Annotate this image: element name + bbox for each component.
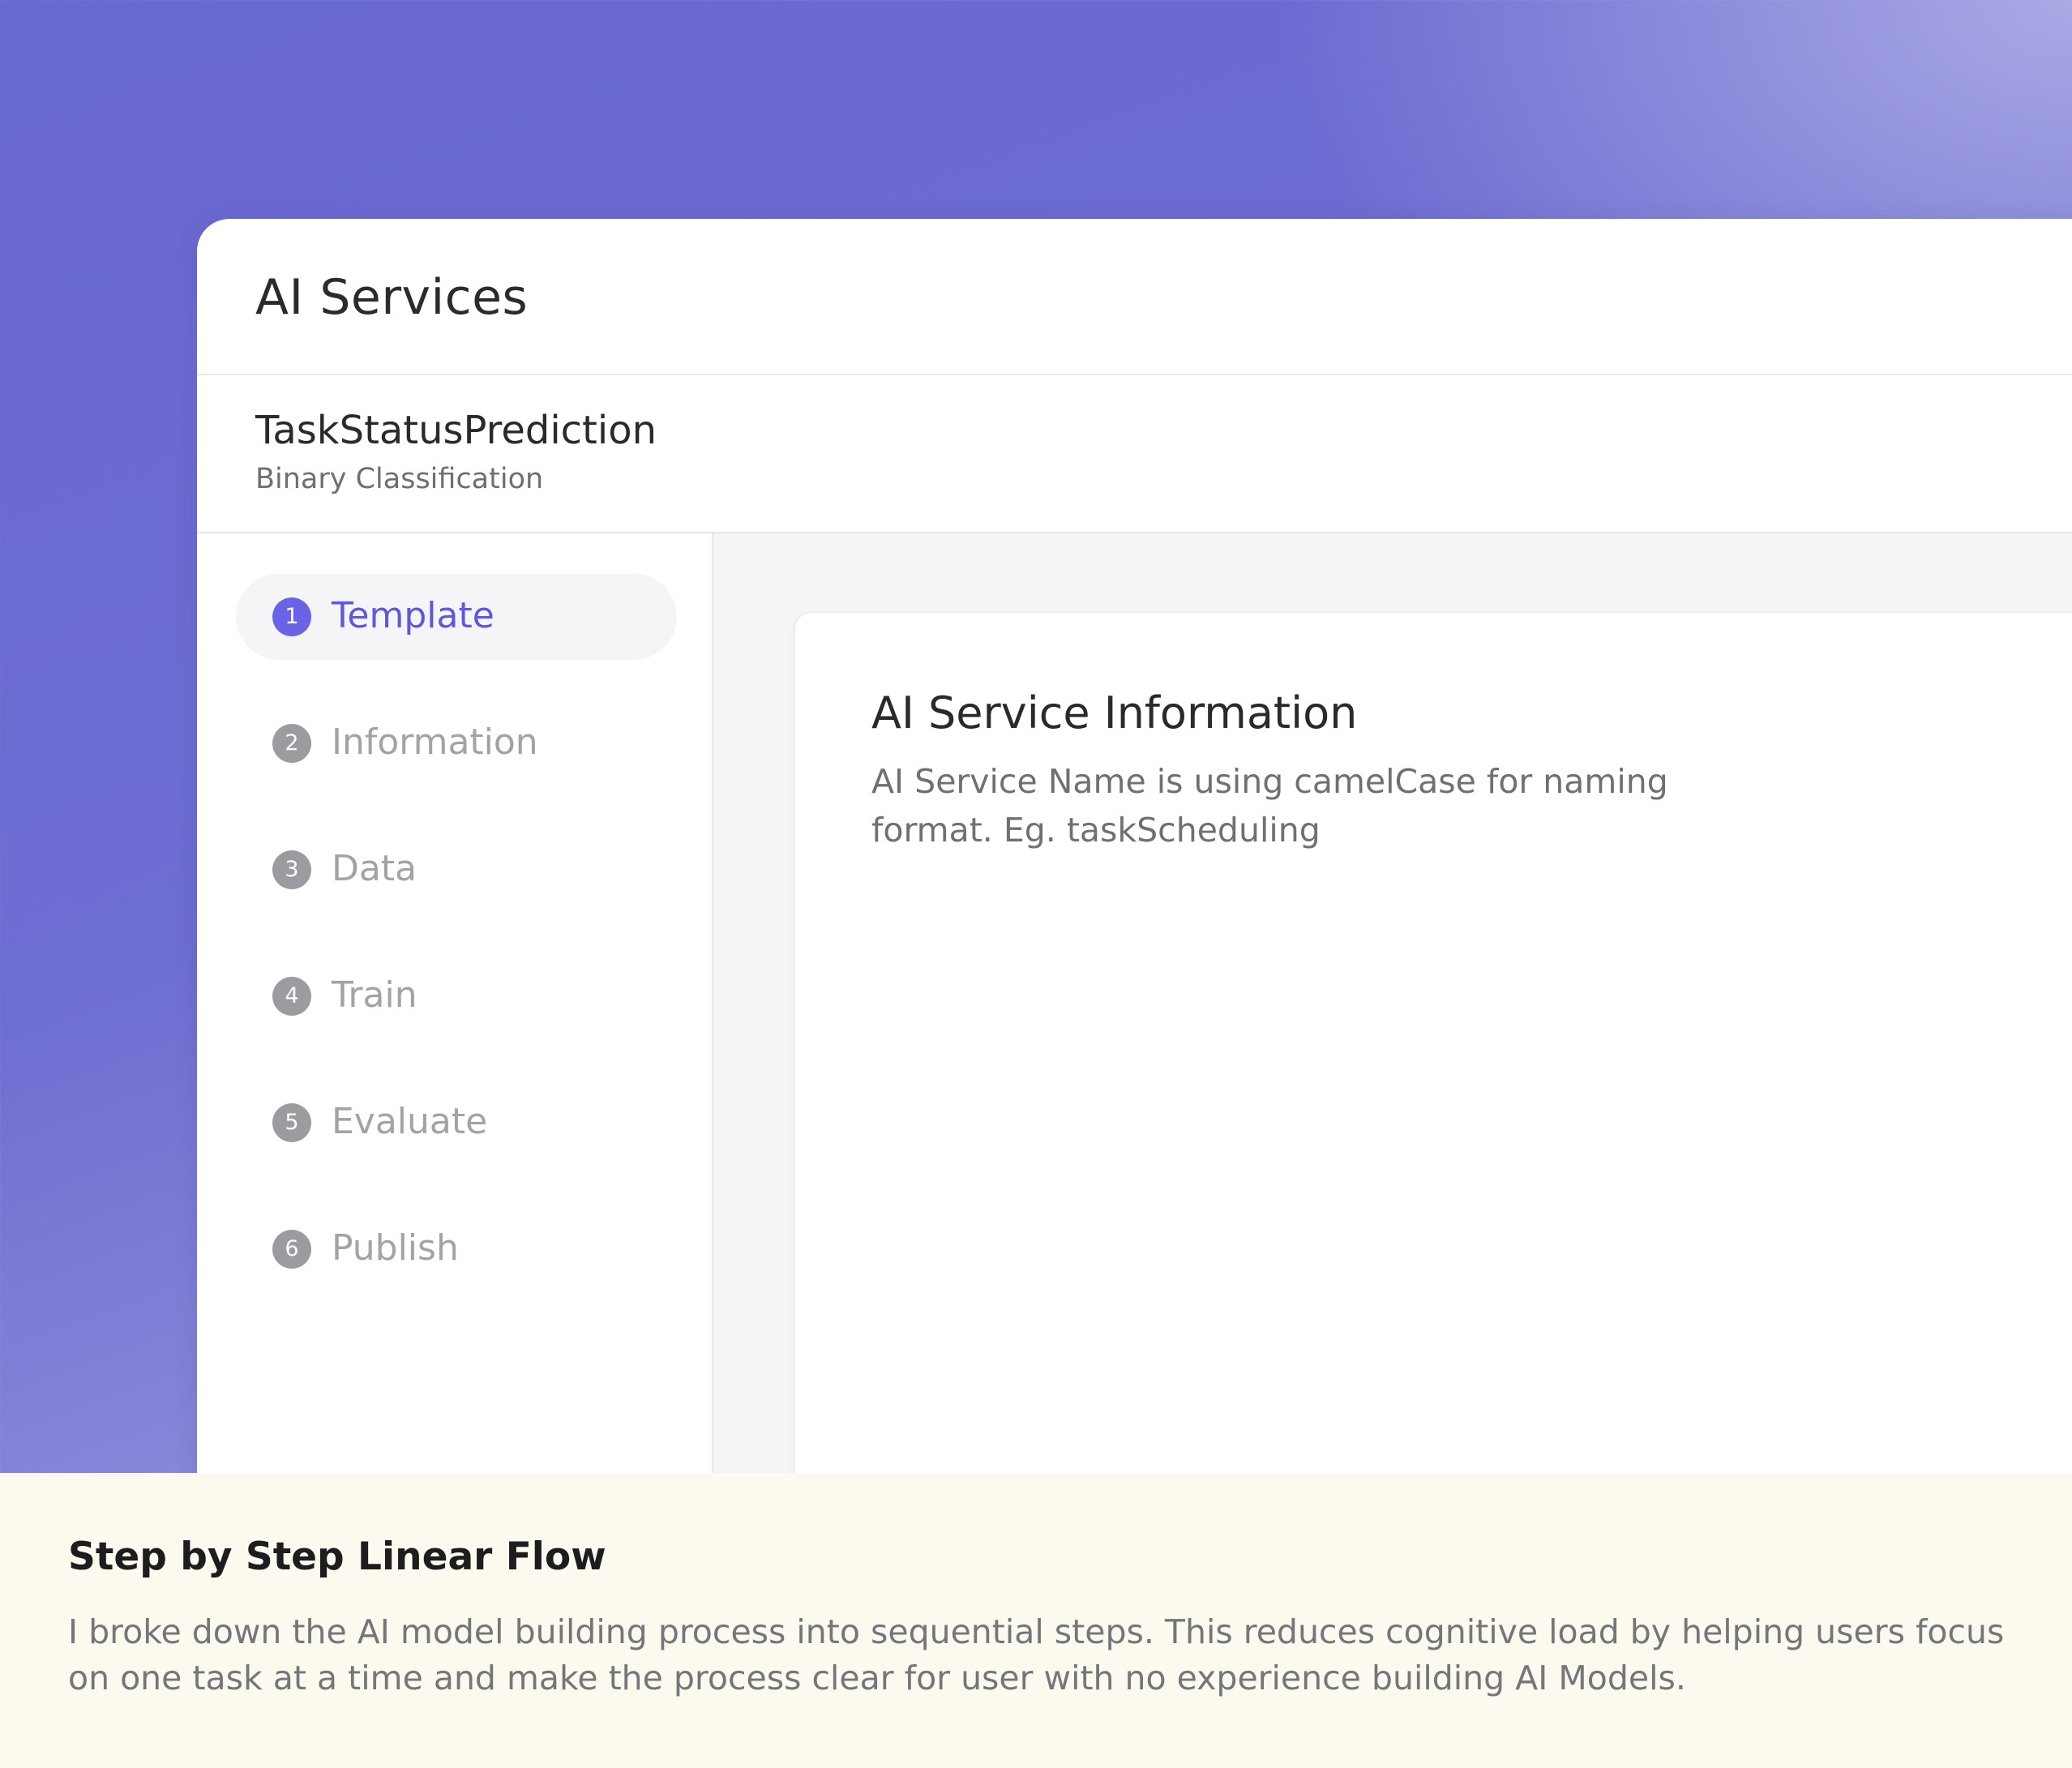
step-number-badge: 6 — [272, 1230, 311, 1269]
model-type: Binary Classification — [255, 463, 544, 495]
page-title: AI Services — [255, 269, 529, 326]
step-number-badge: 5 — [272, 1103, 311, 1142]
step-label: Publish — [332, 1227, 459, 1269]
caption-title: Step by Step Linear Flow — [68, 1535, 606, 1579]
info-card: AI Service Information AI Service Name i… — [795, 613, 2072, 1556]
caption-text: I broke down the AI model building proce… — [68, 1612, 2005, 1697]
model-header: TaskStatusPrediction Binary Classificati… — [197, 375, 2072, 533]
model-name: TaskStatusPrediction — [255, 408, 657, 453]
step-template[interactable]: 1 Template — [236, 574, 677, 660]
card-title: AI Service Information — [871, 687, 1358, 738]
step-label: Data — [332, 848, 417, 889]
step-label: Train — [332, 974, 417, 1016]
step-publish[interactable]: 6 Publish — [236, 1206, 677, 1292]
step-number-badge: 4 — [272, 977, 311, 1016]
step-data[interactable]: 3 Data — [236, 827, 677, 913]
step-information[interactable]: 2 Information — [236, 700, 677, 786]
step-number-badge: 1 — [272, 597, 311, 636]
step-train[interactable]: 4 Train — [236, 953, 677, 1039]
caption-panel: Step by Step Linear Flow I broke down th… — [0, 1473, 2072, 1768]
content-area: AI Service Information AI Service Name i… — [714, 533, 2072, 1556]
step-number-badge: 3 — [272, 850, 311, 889]
step-evaluate[interactable]: 5 Evaluate — [236, 1080, 677, 1166]
app-window: AI Services TaskStatusPrediction Binary … — [197, 219, 2072, 1556]
step-number-badge: 2 — [272, 724, 311, 763]
step-label: Information — [332, 721, 538, 763]
step-label: Evaluate — [332, 1101, 488, 1142]
app-header: AI Services — [197, 219, 2072, 375]
steps-sidebar: 1 Template 2 Information 3 Data 4 Train … — [197, 533, 714, 1556]
step-label: Template — [332, 595, 494, 636]
card-description: AI Service Name is using camelCase for n… — [871, 762, 1668, 850]
